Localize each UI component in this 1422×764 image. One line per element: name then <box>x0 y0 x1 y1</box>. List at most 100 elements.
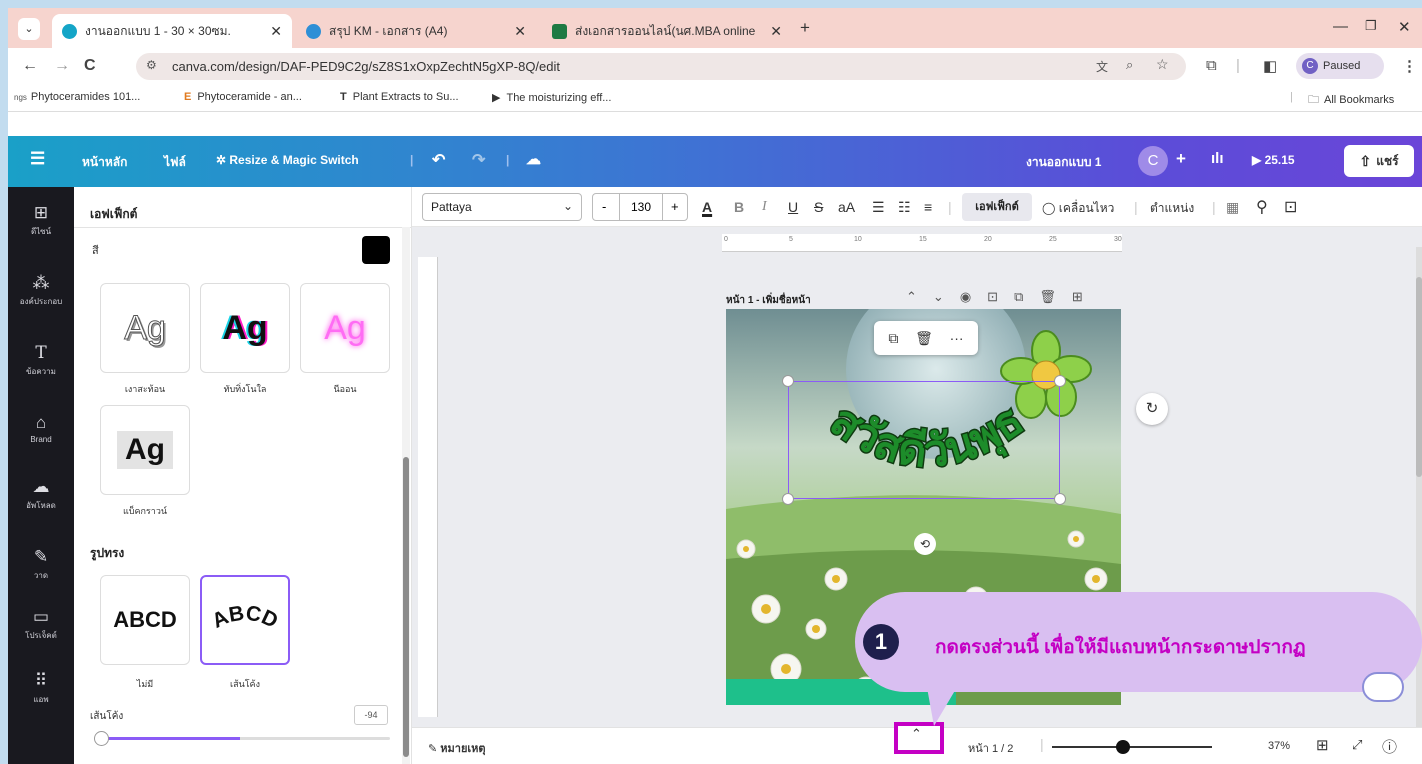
notes-button[interactable]: ✎ หมายเหตุ <box>428 739 486 757</box>
curve-value-input[interactable]: -94 <box>354 705 388 725</box>
paint-format-icon[interactable]: ⚲ <box>1256 197 1268 217</box>
lock-icon[interactable]: ⊡ <box>1284 197 1297 217</box>
extensions-icon[interactable]: ⧉ <box>1206 57 1217 74</box>
share-button[interactable]: ⇧ แชร์ <box>1344 145 1414 177</box>
sidepanel-icon[interactable]: ◧ <box>1263 57 1277 75</box>
effect-background[interactable]: Ag <box>100 405 190 495</box>
curve-slider-thumb[interactable] <box>94 731 109 746</box>
shape-none[interactable]: ABCD <box>100 575 190 665</box>
case-icon[interactable]: aA <box>838 199 855 215</box>
align-center-icon[interactable]: ☰ <box>872 199 885 216</box>
reload-icon[interactable]: C <box>84 57 96 75</box>
tab-search-button[interactable]: ⌄ <box>18 18 40 40</box>
rail-elements[interactable]: ⁂ องค์ประกอบ <box>8 273 74 308</box>
grid-view-icon[interactable]: ⊞ <box>1316 736 1329 754</box>
bold-icon[interactable]: B <box>734 199 744 215</box>
resize-handle[interactable] <box>782 375 794 387</box>
close-icon[interactable]: ✕ <box>770 23 782 40</box>
rail-draw[interactable]: ✎ วาด <box>8 547 74 582</box>
selection-box[interactable] <box>788 381 1060 499</box>
design-name[interactable]: งานออกแบบ 1 <box>1026 153 1101 172</box>
new-tab-button[interactable]: + <box>800 18 810 38</box>
bookmark-item[interactable]: E Phytoceramide - an... <box>184 91 302 103</box>
tab-design[interactable]: งานออกแบบ 1 - 30 × 30ซม. ✕ <box>52 14 292 48</box>
window-close-icon[interactable]: ✕ <box>1398 18 1411 36</box>
profile-button[interactable]: C Paused <box>1296 53 1384 79</box>
bookmark-item[interactable]: ▶ The moisturizing eff... <box>492 91 611 104</box>
fullscreen-icon[interactable]: ⤢ <box>1352 737 1362 753</box>
help-icon[interactable]: ⓘ <box>1382 736 1397 757</box>
undo-icon[interactable]: ↶ <box>432 150 445 170</box>
rail-brand[interactable]: ⌂ Brand <box>8 413 74 444</box>
user-avatar[interactable]: C <box>1138 146 1168 176</box>
resize-handle[interactable] <box>1054 375 1066 387</box>
zoom-icon[interactable]: ⌕ <box>1126 57 1133 73</box>
position-button[interactable]: ตำแหน่ง <box>1150 199 1194 218</box>
zoom-slider[interactable] <box>1052 740 1212 754</box>
resize-handle[interactable] <box>1054 493 1066 505</box>
translate-icon[interactable]: 文 <box>1096 58 1108 75</box>
shape-curve[interactable]: ABCD <box>200 575 290 665</box>
help-bubble[interactable] <box>1362 672 1404 702</box>
scrollbar-thumb[interactable] <box>403 457 409 757</box>
bookmark-star-icon[interactable]: ☆ <box>1156 56 1169 73</box>
url-field[interactable]: ⚙ canva.com/design/DAF-PED9C2g/sZ8S1xOxp… <box>136 53 1186 80</box>
rail-projects[interactable]: ▭ โปรเจ็คต์ <box>8 607 74 642</box>
font-select[interactable]: Pattaya ⌄ <box>422 193 582 221</box>
page-actions[interactable]: ⌃⌄◉⊡⧉🗑⊞ <box>906 289 1099 305</box>
italic-icon[interactable]: I <box>762 199 767 215</box>
resize-button[interactable]: ✲ Resize & Magic Switch <box>216 153 359 167</box>
scrollbar-thumb[interactable] <box>1416 277 1422 477</box>
forward-icon[interactable]: → <box>54 57 70 75</box>
effect-neon[interactable]: Ag <box>300 283 390 373</box>
restore-icon[interactable]: ❐ <box>1365 18 1377 34</box>
bookmark-item[interactable]: T Plant Extracts to Su... <box>340 91 459 103</box>
tab-docs[interactable]: ส่งเอกสารออนไลน์(นศ.MBA online ✕ <box>542 14 792 48</box>
rail-upload[interactable]: ☁ อัพโหลด <box>8 477 74 512</box>
all-bookmarks[interactable]: 🗀 All Bookmarks <box>1308 91 1394 110</box>
site-info-icon[interactable]: ⚙ <box>146 58 157 72</box>
bookmark-item[interactable]: ngs Phytoceramides 101... <box>14 91 140 103</box>
animate-button[interactable]: ◯ เคลื่อนไหว <box>1042 199 1114 218</box>
page-indicator[interactable]: หน้า 1 / 2 <box>968 739 1013 757</box>
font-size-input[interactable]: 130 <box>619 194 663 220</box>
close-icon[interactable]: ✕ <box>514 23 526 40</box>
decrease-size-button[interactable]: - <box>602 199 606 214</box>
delete-icon[interactable]: 🗑 <box>915 330 933 347</box>
resize-handle[interactable] <box>782 493 794 505</box>
list-icon[interactable]: ☷ <box>898 199 911 216</box>
text-color-icon[interactable]: A <box>702 199 712 215</box>
add-collaborator-icon[interactable]: + <box>1176 149 1186 169</box>
insights-icon[interactable]: ılı <box>1211 150 1224 167</box>
increase-size-button[interactable]: + <box>671 199 679 214</box>
transparency-icon[interactable]: ▦ <box>1226 199 1239 216</box>
effect-shadow[interactable]: Ag <box>100 283 190 373</box>
duplicate-icon[interactable]: ⧉ <box>888 330 898 347</box>
hamburger-icon[interactable]: ☰ <box>30 149 45 169</box>
rail-text[interactable]: T ข้อความ <box>8 343 74 378</box>
menu-icon[interactable]: ⋮ <box>1402 57 1417 75</box>
effect-glitch[interactable]: Ag <box>200 283 290 373</box>
rail-apps[interactable]: ⠿ แอพ <box>8 671 74 706</box>
back-icon[interactable]: ← <box>22 57 38 75</box>
tab-km[interactable]: สรุป KM - เอกสาร (A4) ✕ <box>296 14 536 48</box>
ai-refresh-icon[interactable]: ↻ <box>1136 393 1168 425</box>
more-icon[interactable]: ··· <box>950 330 964 346</box>
cloud-saved-icon[interactable]: ☁ <box>526 150 541 168</box>
zoom-level[interactable]: 37% <box>1268 740 1290 752</box>
effects-button[interactable]: เอฟเฟ็กต์ <box>962 193 1032 221</box>
present-button[interactable]: ▶ 25.15 <box>1252 153 1295 167</box>
redo-icon[interactable]: ↷ <box>472 150 485 170</box>
font-size-stepper[interactable]: - 130 + <box>592 193 688 221</box>
underline-icon[interactable]: U <box>788 199 798 215</box>
rotate-handle[interactable]: ⟲ <box>914 533 936 555</box>
home-button[interactable]: หน้าหลัก <box>82 153 127 172</box>
page-label[interactable]: หน้า 1 - เพิ่มชื่อหน้า <box>726 293 811 308</box>
rail-design[interactable]: ⊞ ดีไซน์ <box>8 203 74 238</box>
color-swatch[interactable] <box>362 236 390 264</box>
zoom-slider-thumb[interactable] <box>1116 740 1130 754</box>
spacing-icon[interactable]: ≡ <box>924 199 932 215</box>
strikethrough-icon[interactable]: S <box>814 199 823 215</box>
curve-slider-track[interactable] <box>94 731 390 746</box>
minimize-icon[interactable]: — <box>1333 18 1348 35</box>
